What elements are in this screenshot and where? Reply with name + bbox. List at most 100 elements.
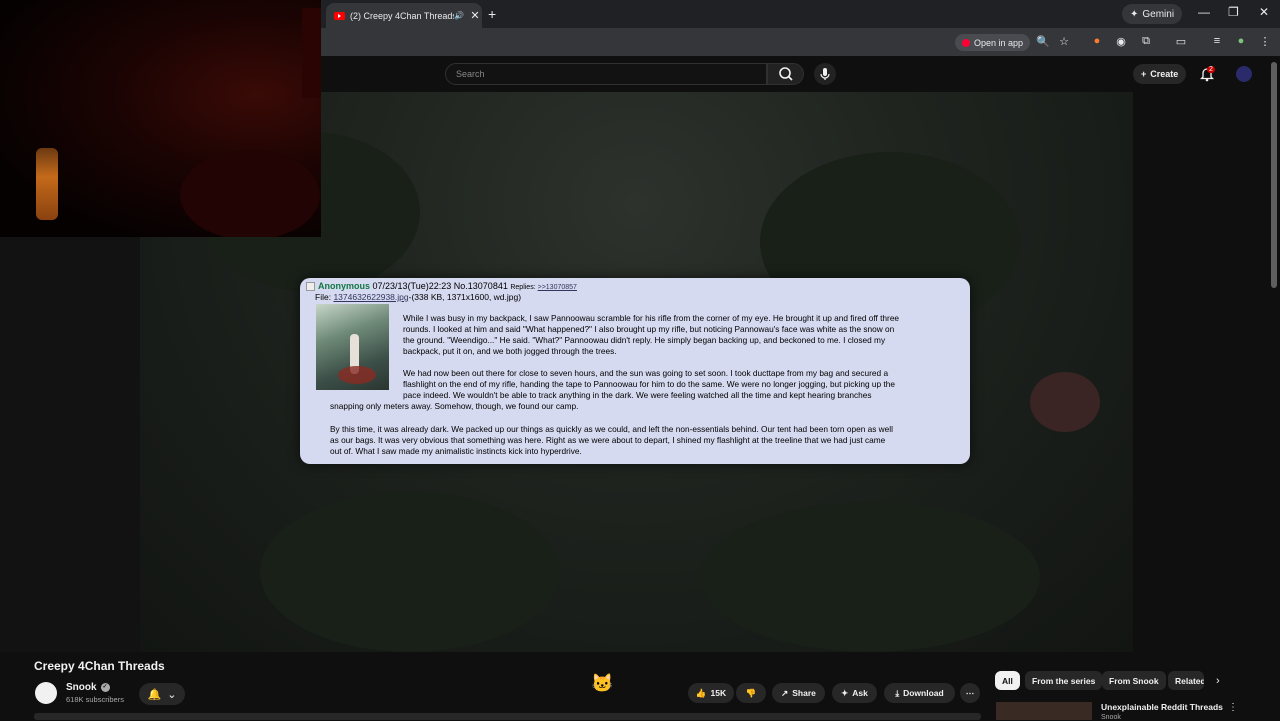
bookmark-star-icon[interactable]: ☆	[1057, 35, 1071, 48]
extension-icon[interactable]: ◉	[1114, 35, 1128, 48]
browser-toolbar	[321, 28, 1280, 56]
close-window-button[interactable]: ✕	[1259, 5, 1269, 19]
thumbs-up-icon: 👍	[695, 687, 707, 698]
kitty-sticker-icon: 🐱	[591, 673, 614, 693]
restore-button[interactable]: ❐	[1228, 5, 1239, 19]
cast-icon[interactable]: ▭	[1174, 35, 1188, 48]
description-box[interactable]	[34, 713, 981, 720]
file-link[interactable]: 1374632622938.jpg	[333, 292, 408, 302]
chevron-down-icon: ⌄	[167, 688, 177, 701]
webcam-shadow	[180, 150, 320, 237]
youtube-favicon-icon	[334, 11, 345, 20]
forest-canopy	[260, 492, 560, 652]
chip-related[interactable]: Related	[1168, 671, 1204, 690]
post-line: By this time, it was already dark. We pa…	[330, 424, 893, 434]
dislike-button[interactable]: 👎	[736, 683, 766, 703]
subscriber-count: 618K subscribers	[66, 695, 124, 704]
zoom-icon[interactable]: 🔍	[1036, 35, 1050, 48]
forest-canopy	[700, 502, 1040, 652]
replies: Replies: >>13070857	[510, 284, 577, 291]
tab-title: (2) Creepy 4Chan Threads	[350, 10, 455, 21]
verified-check-icon: ✓	[100, 683, 110, 692]
webcam-door	[302, 8, 321, 98]
extension-fire-icon[interactable]: ●	[1090, 35, 1104, 47]
post-line: rounds. I looked at him and said "What h…	[403, 324, 895, 335]
file-meta: -(338 KB, 1371x1600, wd.jpg)	[408, 292, 522, 302]
post-line: While I was busy in my backpack, I saw P…	[403, 313, 900, 323]
file-info: File: 1374632622938.jpg-(338 KB, 1371x16…	[315, 292, 521, 302]
sparkle-icon: ✦	[1130, 8, 1139, 20]
mic-icon	[820, 68, 830, 80]
video-title: Creepy 4Chan Threads	[34, 659, 165, 673]
share-button[interactable]: ↗ Share	[772, 683, 825, 703]
post-line: We had now been out there for close to s…	[403, 368, 889, 378]
post-line: the ground. "Weendigo..." He said. "What…	[403, 335, 886, 346]
post-paragraph-1: While I was busy in my backpack, I saw P…	[403, 313, 899, 357]
webcam-lamp	[36, 148, 58, 220]
replies-label: Replies:	[510, 284, 536, 291]
sparkle-icon: ✦	[841, 687, 849, 698]
thumbs-down-icon: 👎	[745, 687, 757, 698]
channel-name-row[interactable]: Snook ✓	[66, 682, 110, 693]
more-dots-icon: ⋯	[965, 687, 975, 698]
profile-icon[interactable]: ●	[1234, 35, 1248, 47]
like-button[interactable]: 👍 15K	[688, 683, 734, 703]
search-button[interactable]	[767, 63, 804, 85]
chip-from-the-series[interactable]: From the series	[1025, 671, 1103, 690]
search-input[interactable]: Search	[445, 63, 767, 85]
post-paragraph-3: By this time, it was already dark. We pa…	[330, 424, 893, 457]
channel-name[interactable]: Snook	[66, 682, 97, 693]
chip-all[interactable]: All	[995, 671, 1020, 690]
more-actions-button[interactable]: ⋯	[960, 683, 980, 703]
post-checkbox[interactable]	[306, 282, 315, 291]
file-label: File:	[315, 292, 332, 302]
subscribed-bell-button[interactable]: 🔔 ⌄	[139, 683, 185, 705]
share-label: Share	[792, 688, 816, 698]
minimize-button[interactable]: —	[1198, 5, 1210, 19]
gemini-button[interactable]: ✦ Gemini	[1122, 4, 1183, 24]
chevron-right-icon[interactable]: ›	[1216, 675, 1220, 687]
post-header: Anonymous 07/23/13(Tue)22:23 No.13070841…	[318, 281, 577, 291]
menu-dots-icon[interactable]: ⋮	[1258, 35, 1272, 48]
plus-icon: +	[1141, 69, 1147, 79]
download-button[interactable]: ⤓ Download	[884, 683, 955, 703]
puzzle-icon[interactable]: ⧉	[1139, 35, 1153, 48]
post-line: out of. What I saw made my animalistic i…	[330, 446, 582, 457]
post-thumbnail-image[interactable]	[316, 304, 389, 390]
account-avatar[interactable]	[1236, 66, 1252, 82]
browser-tab[interactable]: (2) Creepy 4Chan Threads 🔊 ✕	[326, 3, 482, 28]
post-number[interactable]: No.13070841	[454, 281, 508, 291]
ask-button[interactable]: ✦ Ask	[832, 683, 877, 703]
thumbnail-creature	[338, 366, 376, 384]
related-video-title[interactable]: Unexplainable Reddit Threads	[1101, 702, 1223, 712]
app-dot-icon	[962, 38, 970, 47]
channel-avatar[interactable]	[35, 682, 57, 704]
open-in-app-button[interactable]: Open in app	[955, 34, 1031, 51]
related-more-icon[interactable]: ⋮	[1228, 702, 1238, 713]
tab-close-icon[interactable]: ✕	[468, 9, 482, 22]
notification-badge: 2	[1207, 66, 1215, 73]
post-datetime: 07/23/13(Tue)22:23	[372, 281, 452, 291]
related-video-thumbnail[interactable]	[996, 702, 1092, 720]
forum-post-card: Anonymous 07/23/13(Tue)22:23 No.13070841…	[300, 278, 970, 464]
media-icon[interactable]: ≡	[1210, 35, 1224, 47]
post-paragraph-2: We had now been out there for close to s…	[330, 368, 895, 412]
voice-search-button[interactable]	[814, 63, 836, 85]
share-arrow-icon: ↗	[781, 687, 789, 698]
download-icon: ⤓	[895, 687, 900, 698]
chip-from-snook[interactable]: From Snook	[1102, 671, 1166, 690]
post-line: snapping only meters away. Somehow, thou…	[330, 401, 579, 412]
new-tab-button[interactable]: +	[488, 6, 496, 22]
poster-name: Anonymous	[318, 281, 371, 291]
bell-icon: 🔔	[147, 688, 162, 701]
post-line: flashlight on the end of my rifle, handi…	[403, 379, 895, 390]
post-line: pace indeed. We wouldn't be able to trac…	[403, 390, 872, 401]
page-scrollbar[interactable]	[1271, 62, 1277, 288]
ask-label: Ask	[852, 688, 868, 698]
download-label: Download	[903, 688, 944, 698]
search-icon	[779, 67, 793, 81]
create-label: Create	[1150, 69, 1179, 79]
reply-link[interactable]: >>13070857	[538, 284, 577, 291]
create-button[interactable]: + Create	[1133, 64, 1187, 84]
speaker-icon[interactable]: 🔊	[454, 11, 464, 20]
